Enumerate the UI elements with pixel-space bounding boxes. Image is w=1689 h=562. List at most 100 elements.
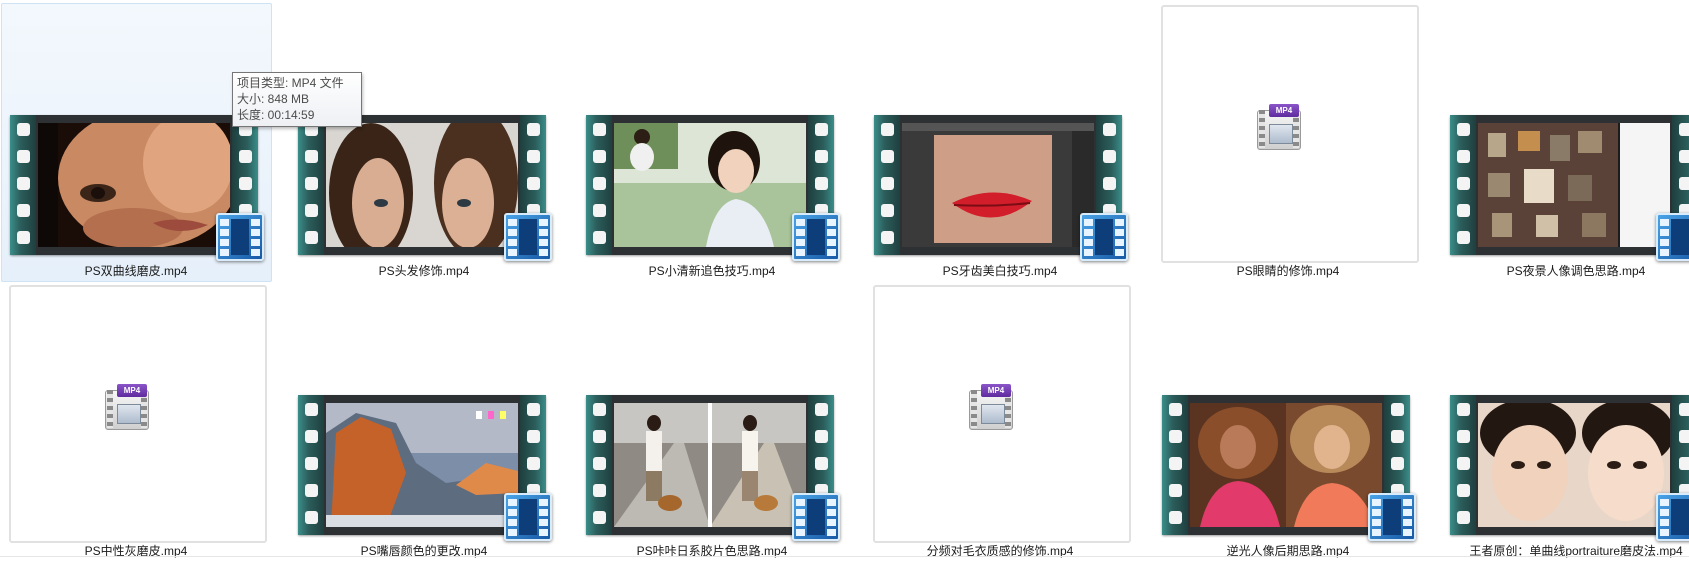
file-item[interactable]: PS牙齿美白技巧.mp4 <box>864 0 1136 278</box>
sprocket-hole <box>17 123 30 136</box>
file-name: PS头发修饰.mp4 <box>378 264 470 278</box>
sprocket-hole <box>527 177 540 190</box>
sprocket-hole <box>1169 511 1182 524</box>
file-item[interactable]: 王者原创：单曲线portraiture磨皮法.mp4 <box>1440 280 1689 558</box>
file-name: PS牙齿美白技巧.mp4 <box>942 264 1058 278</box>
sprocket-hole <box>815 150 828 163</box>
sprocket-hole <box>17 204 30 217</box>
file-item[interactable]: PS嘴唇颜色的更改.mp4 <box>288 280 560 558</box>
sprocket-hole <box>593 123 606 136</box>
file-item[interactable]: PS双曲线磨皮.mp4 <box>0 0 272 282</box>
film-strip-icon <box>298 115 552 261</box>
video-file-badge-icon <box>792 493 840 541</box>
video-file-badge-icon <box>1080 213 1128 261</box>
file-item[interactable]: MP4 PS眼睛的修饰.mp4 <box>1152 0 1424 278</box>
sprocket-hole <box>881 231 894 244</box>
sprocket-hole <box>305 511 318 524</box>
sprocket-hole <box>593 484 606 497</box>
sprocket-hole <box>1103 123 1116 136</box>
file-item[interactable]: PS小清新追色技巧.mp4 <box>576 0 848 278</box>
video-file-badge-icon <box>1656 493 1689 541</box>
video-thumbnail <box>614 123 806 247</box>
video-file-badge-icon <box>216 213 264 261</box>
video-thumbnail <box>326 403 518 527</box>
sprocket-hole <box>593 403 606 416</box>
sprocket-hole <box>305 430 318 443</box>
sprocket-hole <box>593 430 606 443</box>
film-strip-icon <box>874 115 1128 261</box>
mp4-file-icon: MP4 <box>1255 104 1303 150</box>
video-file-badge-icon <box>1368 493 1416 541</box>
film-strip-icon <box>586 115 840 261</box>
file-item[interactable]: MP4 分频对毛衣质感的修饰.mp4 <box>864 280 1136 558</box>
sprocket-hole <box>527 150 540 163</box>
sprocket-hole <box>1457 484 1470 497</box>
sprocket-hole <box>1457 123 1470 136</box>
sprocket-hole <box>1679 123 1689 136</box>
tooltip-size: 大小: 848 MB <box>237 92 310 106</box>
sprocket-hole <box>1391 403 1404 416</box>
file-name: PS夜景人像调色思路.mp4 <box>1506 264 1646 278</box>
sprocket-hole <box>1391 430 1404 443</box>
file-item[interactable]: MP4 PS中性灰磨皮.mp4 <box>0 280 272 558</box>
video-thumbnail <box>1478 123 1670 247</box>
video-file-badge-icon <box>792 213 840 261</box>
sprocket-hole <box>1169 457 1182 470</box>
mp4-file-icon: MP4 <box>103 384 151 430</box>
sprocket-hole <box>1169 484 1182 497</box>
file-item[interactable]: PS夜景人像调色思路.mp4 <box>1440 0 1689 278</box>
file-item[interactable]: PS头发修饰.mp4 <box>288 0 560 278</box>
video-file-badge-icon <box>504 213 552 261</box>
video-file-badge-icon <box>504 493 552 541</box>
sprocket-hole <box>1391 457 1404 470</box>
file-item[interactable]: PS咔咔日系胶片色思路.mp4 <box>576 280 848 558</box>
divider <box>0 556 1689 557</box>
sprocket-hole <box>1679 457 1689 470</box>
sprocket-hole <box>1103 177 1116 190</box>
sprocket-hole <box>1169 403 1182 416</box>
file-name: PS双曲线磨皮.mp4 <box>84 264 188 278</box>
sprocket-hole <box>593 150 606 163</box>
sprocket-hole <box>305 403 318 416</box>
tooltip-length: 长度: 00:14:59 <box>237 108 315 122</box>
sprocket-hole <box>815 123 828 136</box>
film-strip-icon <box>1162 395 1416 541</box>
film-strip-icon <box>10 115 264 261</box>
sprocket-hole <box>593 457 606 470</box>
file-explorer-view: PS双曲线磨皮.mp4 PS头发修饰.mp4 PS小清新追色技巧.mp4 PS牙… <box>0 0 1689 562</box>
video-file-badge-icon <box>1656 213 1689 261</box>
sprocket-hole <box>527 403 540 416</box>
sprocket-hole <box>305 231 318 244</box>
sprocket-hole <box>305 177 318 190</box>
sprocket-hole <box>815 403 828 416</box>
sprocket-hole <box>881 123 894 136</box>
sprocket-hole <box>1457 177 1470 190</box>
video-thumbnail <box>614 403 806 527</box>
sprocket-hole <box>527 123 540 136</box>
sprocket-hole <box>1457 511 1470 524</box>
sprocket-hole <box>17 231 30 244</box>
film-strip-icon <box>586 395 840 541</box>
sprocket-hole <box>527 430 540 443</box>
file-item[interactable]: 逆光人像后期思路.mp4 <box>1152 280 1424 558</box>
file-name: PS眼睛的修饰.mp4 <box>1236 264 1340 278</box>
sprocket-hole <box>815 430 828 443</box>
sprocket-hole <box>593 511 606 524</box>
sprocket-hole <box>1679 430 1689 443</box>
sprocket-hole <box>1457 430 1470 443</box>
sprocket-hole <box>305 150 318 163</box>
file-info-tooltip: 项目类型: MP4 文件 大小: 848 MB 长度: 00:14:59 <box>232 72 362 127</box>
sprocket-hole <box>17 177 30 190</box>
mp4-tag: MP4 <box>1269 104 1299 117</box>
sprocket-hole <box>1457 150 1470 163</box>
sprocket-hole <box>1457 231 1470 244</box>
sprocket-hole <box>305 484 318 497</box>
sprocket-hole <box>1103 150 1116 163</box>
video-thumbnail <box>1190 403 1382 527</box>
sprocket-hole <box>593 177 606 190</box>
mp4-tag: MP4 <box>117 384 147 397</box>
video-thumbnail <box>38 123 230 247</box>
sprocket-hole <box>305 457 318 470</box>
file-name: PS小清新追色技巧.mp4 <box>648 264 776 278</box>
sprocket-hole <box>1169 430 1182 443</box>
